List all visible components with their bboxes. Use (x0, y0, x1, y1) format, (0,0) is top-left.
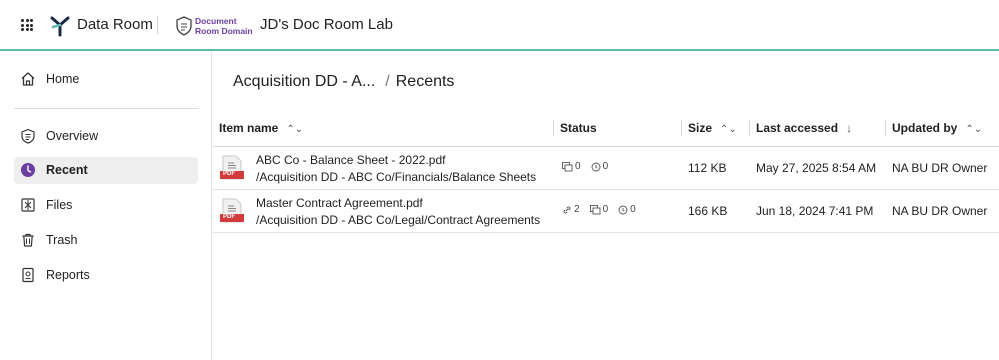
comment-icon (589, 204, 601, 214)
sidebar-divider (14, 108, 198, 109)
sidebar-item-label: Reports (46, 268, 90, 282)
links-count: 2 (562, 204, 580, 215)
status-cell: 0 0 (562, 161, 618, 172)
sidebar: Home Overview Recent Files Trash Reports (0, 51, 212, 360)
column-divider[interactable] (749, 120, 750, 136)
updated-by: NA BU DR Owner (892, 161, 988, 175)
sidebar-item-files[interactable]: Files (14, 192, 198, 219)
table-row[interactable]: PDF Master Contract Agreement.pdf /Acqui… (213, 190, 999, 233)
app-name[interactable]: Data Room (77, 16, 153, 33)
reports-icon (22, 267, 34, 283)
column-divider[interactable] (553, 120, 554, 136)
sidebar-item-label: Files (46, 198, 73, 212)
sort-icon: ⌃⌄ (965, 124, 983, 135)
room-title: JD's Doc Room Lab (260, 16, 393, 33)
column-header-item-name[interactable]: Item name ⌃⌄ (219, 121, 303, 135)
file-name[interactable]: Master Contract Agreement.pdf (256, 196, 423, 210)
link-icon (563, 206, 571, 213)
sidebar-item-trash[interactable]: Trash (14, 227, 198, 254)
sidebar-item-reports[interactable]: Reports (14, 262, 198, 289)
pdf-file-icon (220, 198, 244, 223)
column-header-status[interactable]: Status (560, 121, 597, 135)
column-header-last-accessed[interactable]: Last accessed ↓ (756, 121, 852, 135)
clock-icon (21, 163, 35, 177)
file-name[interactable]: ABC Co - Balance Sheet - 2022.pdf (256, 153, 445, 167)
shield-icon (176, 16, 192, 36)
file-path[interactable]: /Acquisition DD - ABC Co/Financials/Bala… (256, 170, 536, 184)
sidebar-item-recent[interactable]: Recent (14, 157, 198, 184)
domain-label: Document Room Domain (195, 16, 253, 36)
file-size: 112 KB (688, 161, 727, 175)
trash-icon (22, 233, 34, 247)
sidebar-item-label: Home (46, 72, 80, 86)
sidebar-item-label: Trash (46, 233, 78, 247)
comment-icon (562, 161, 573, 171)
sidebar-item-home[interactable]: Home (14, 66, 198, 93)
breadcrumb-current: Recents (395, 73, 455, 90)
file-path[interactable]: /Acquisition DD - ABC Co/Legal/Contract … (256, 213, 540, 227)
file-type-badge: PDF (223, 171, 235, 177)
breadcrumb-separator: / (385, 73, 390, 90)
versions-count: 0 (591, 161, 608, 172)
overview-icon (21, 128, 35, 144)
divider (157, 16, 158, 34)
pdf-file-icon (220, 155, 244, 180)
sidebar-item-overview[interactable]: Overview (14, 123, 198, 150)
sort-icon: ⌃⌄ (286, 124, 304, 135)
sidebar-item-label: Overview (46, 129, 99, 143)
updated-by: NA BU DR Owner (892, 204, 988, 218)
file-size: 166 KB (688, 204, 728, 218)
files-icon (21, 198, 35, 212)
breadcrumb: Acquisition DD - A... / Recents (233, 73, 454, 91)
sort-descending-icon: ↓ (846, 121, 853, 135)
top-bar: Data Room Document Room Domain JD's Doc … (0, 0, 999, 51)
column-header-size[interactable]: Size ⌃⌄ (688, 121, 737, 135)
sort-icon: ⌃⌄ (720, 124, 737, 135)
table-header: Item name ⌃⌄ Status Size ⌃⌄ Last accessed ↓… (213, 114, 999, 147)
comments-count: 0 (562, 161, 581, 172)
home-icon (21, 72, 35, 86)
column-divider[interactable] (681, 120, 682, 136)
last-accessed: Jun 18, 2024 7:41 PM (756, 204, 874, 218)
sidebar-item-label: Recent (46, 163, 88, 177)
data-room-logo-icon (50, 16, 70, 37)
comments-count: 0 (589, 204, 608, 215)
history-icon (618, 205, 628, 214)
column-header-updated-by[interactable]: Updated by ⌃⌄ (892, 121, 982, 135)
column-divider[interactable] (885, 120, 886, 136)
table-row[interactable]: PDF ABC Co - Balance Sheet - 2022.pdf /A… (213, 147, 999, 190)
app-grid-icon[interactable] (21, 19, 33, 31)
status-cell: 2 0 0 (562, 204, 646, 215)
file-type-badge: PDF (223, 214, 235, 220)
history-icon (591, 162, 601, 171)
breadcrumb-parent-link[interactable]: Acquisition DD - A... (233, 73, 375, 90)
last-accessed: May 27, 2025 8:54 AM (756, 161, 877, 175)
versions-count: 0 (618, 204, 636, 215)
